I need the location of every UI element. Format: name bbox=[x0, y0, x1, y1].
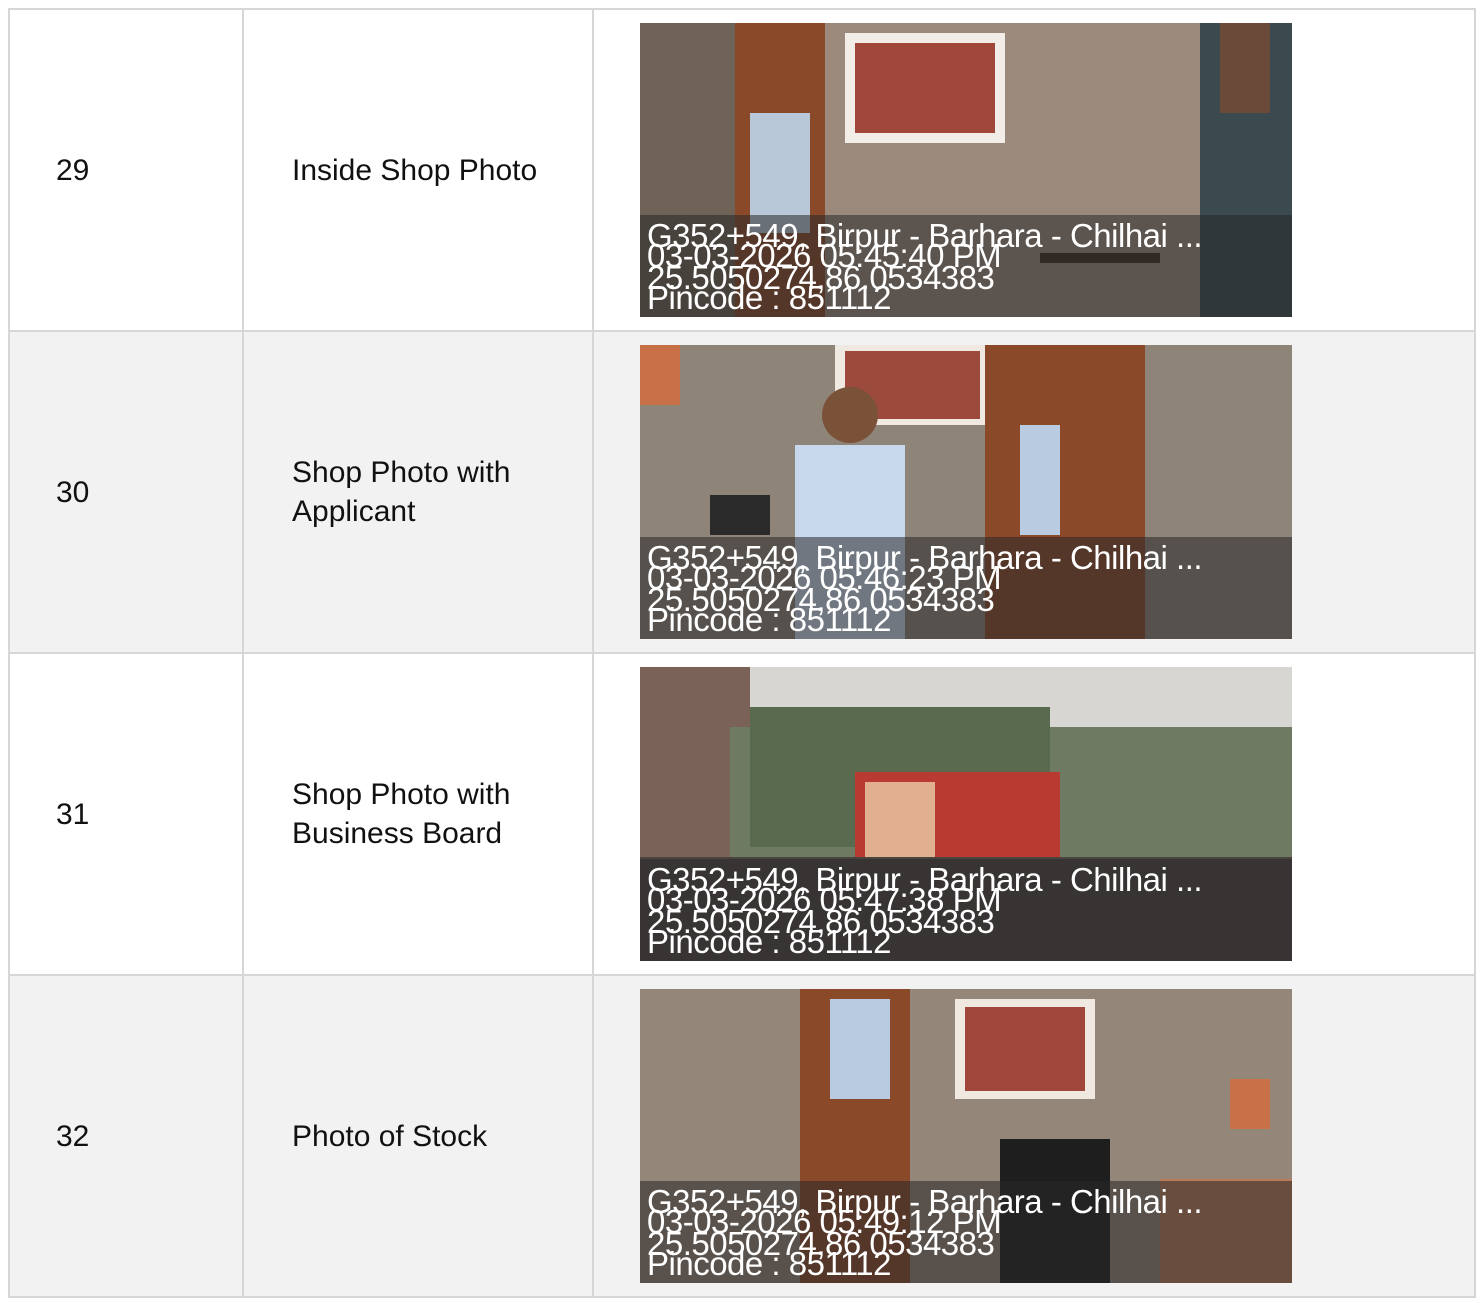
photo-cell: G352+549, Birpur - Barhara - Chilhai ...… bbox=[594, 654, 1476, 974]
inside-shop-photo[interactable]: G352+549, Birpur - Barhara - Chilhai ...… bbox=[640, 23, 1292, 317]
photo-cell: G352+549, Birpur - Barhara - Chilhai ...… bbox=[594, 976, 1476, 1296]
row-number: 32 bbox=[10, 976, 244, 1296]
photo-cell: G352+549, Birpur - Barhara - Chilhai ...… bbox=[594, 332, 1476, 652]
row-label: Shop Photo with Applicant bbox=[244, 332, 594, 652]
row-number: 29 bbox=[10, 10, 244, 330]
geotag-stamp: G352+549, Birpur - Barhara - Chilhai ...… bbox=[640, 859, 1292, 961]
stamp-pincode: Pincode : 851112 bbox=[647, 279, 891, 316]
stamp-pincode: Pincode : 851112 bbox=[647, 1245, 891, 1282]
row-label: Shop Photo with Business Board bbox=[244, 654, 594, 974]
row-number: 30 bbox=[10, 332, 244, 652]
photo-cell: G352+549, Birpur - Barhara - Chilhai ...… bbox=[594, 10, 1476, 330]
geotag-stamp: G352+549, Birpur - Barhara - Chilhai ...… bbox=[640, 215, 1292, 317]
table-row: 30 Shop Photo with Applicant G352+549, B… bbox=[10, 332, 1476, 654]
table-row: 31 Shop Photo with Business Board G352+5… bbox=[10, 654, 1476, 976]
shop-photo-with-business-board[interactable]: G352+549, Birpur - Barhara - Chilhai ...… bbox=[640, 667, 1292, 961]
photo-of-stock[interactable]: G352+549, Birpur - Barhara - Chilhai ...… bbox=[640, 989, 1292, 1283]
table-row: 29 Inside Shop Photo G352+549, Birpur - … bbox=[10, 10, 1476, 332]
geotag-stamp: G352+549, Birpur - Barhara - Chilhai ...… bbox=[640, 1181, 1292, 1283]
shop-photo-with-applicant[interactable]: G352+549, Birpur - Barhara - Chilhai ...… bbox=[640, 345, 1292, 639]
table-row: 32 Photo of Stock G352+549, Birpur - Bar… bbox=[10, 976, 1476, 1298]
row-label: Photo of Stock bbox=[244, 976, 594, 1296]
geotag-stamp: G352+549, Birpur - Barhara - Chilhai ...… bbox=[640, 537, 1292, 639]
stamp-pincode: Pincode : 851112 bbox=[647, 923, 891, 960]
row-number: 31 bbox=[10, 654, 244, 974]
photo-table: 29 Inside Shop Photo G352+549, Birpur - … bbox=[8, 8, 1476, 1298]
row-label: Inside Shop Photo bbox=[244, 10, 594, 330]
stamp-pincode: Pincode : 851112 bbox=[647, 601, 891, 638]
